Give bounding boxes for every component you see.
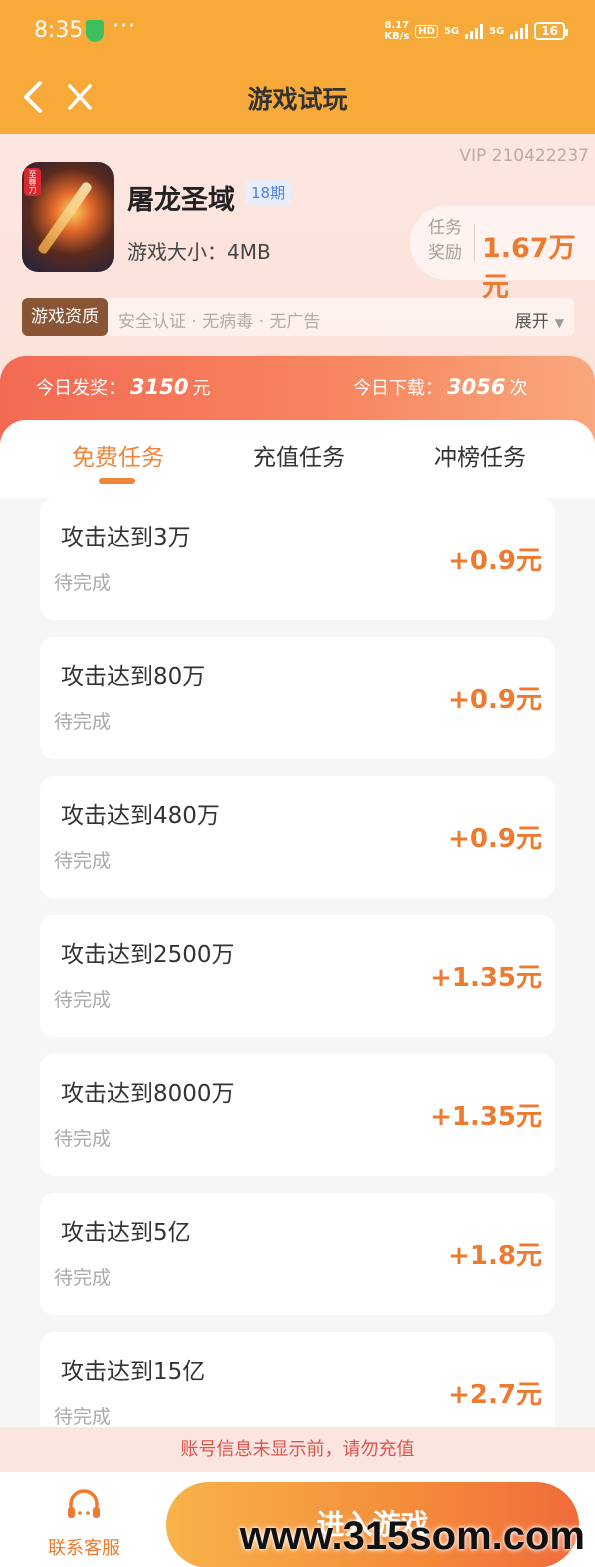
recharge-warning: 账号信息未显示前，请勿充值 [0,1427,595,1472]
task-title: 攻击达到15亿 [61,1359,206,1385]
tab-ranking-tasks[interactable]: 冲榜任务 [434,438,526,472]
task-status: 待完成 [54,1406,112,1428]
app-header: 8:35 ··· 8.17 KB/s HD 5G 5G 16 游戏试玩 [0,0,595,134]
task-title: 攻击达到3万 [61,525,191,551]
payout-unit: 元 [192,378,211,399]
task-reward: +0.9元 [448,685,542,715]
download-value: 3056 [447,375,506,399]
qualification-bar: 游戏资质 安全认证 · 无病毒 · 无广告 展开 ▼ [22,298,574,336]
battery-icon: 16 [534,22,568,40]
headset-icon[interactable] [66,1488,102,1520]
network-speed-value: 8.17 [384,20,410,31]
task-title: 攻击达到80万 [61,664,206,690]
qualification-tag: 游戏资质 [22,298,108,336]
payout-value: 3150 [130,375,189,399]
task-reward: +0.9元 [448,824,542,854]
signal-label-2: 5G [489,25,505,37]
signal-bars-icon [510,23,529,39]
more-notifications-icon: ··· [112,14,136,39]
task-reward: +1.35元 [430,1102,542,1132]
task-status: 待完成 [54,572,112,594]
task-card[interactable]: 攻击达到3万 待完成 +0.9元 [40,498,555,620]
task-reward: +1.8元 [448,1241,542,1271]
task-card[interactable]: 攻击达到8000万 待完成 +1.35元 [40,1054,555,1176]
task-card[interactable]: 攻击达到5亿 待完成 +1.8元 [40,1193,555,1315]
signal-bars-icon [465,23,484,39]
task-panel: 免费任务 充值任务 冲榜任务 攻击达到3万 待完成 +0.9元 攻击达到80万 … [0,420,595,1454]
download-unit: 次 [509,378,528,399]
network-speed-unit: KB/s [384,31,410,42]
task-status: 待完成 [54,711,112,733]
task-tabs: 免费任务 充值任务 冲榜任务 [0,420,595,498]
game-icon: 至尊刀 [22,162,114,272]
task-card[interactable]: 攻击达到2500万 待完成 +1.35元 [40,915,555,1037]
watermark: www.315som.com [239,1514,585,1558]
network-speed: 8.17 KB/s [384,20,409,42]
customer-service-button[interactable]: 联系客服 [48,1534,120,1560]
task-reward: +2.7元 [448,1380,542,1410]
task-reward-value: 1.67万元 [482,233,576,303]
game-icon-badge: 至尊刀 [24,168,41,196]
task-reward: +1.35元 [430,963,542,993]
tab-indicator [99,478,135,484]
payout-label: 今日发奖： [36,378,126,399]
task-title: 攻击达到5亿 [61,1220,191,1246]
status-right: 8.17 KB/s HD 5G 5G 16 [384,20,568,42]
page-title: 游戏试玩 [247,85,348,114]
task-title: 攻击达到2500万 [61,942,235,968]
sword-icon [36,180,94,256]
task-card[interactable]: 攻击达到480万 待完成 +0.9元 [40,776,555,898]
task-status: 待完成 [54,1128,112,1150]
shield-icon [86,20,104,42]
download-label: 今日下载： [353,378,443,399]
game-info: VIP 210422237 至尊刀 屠龙圣域 18期 游戏大小：4MB 任务奖励… [0,134,595,446]
today-downloads: 今日下载： 3056 次 [353,374,527,400]
task-reward-label: 任务奖励 [428,218,462,263]
signal-label-1: 5G [443,25,460,37]
period-badge: 18期 [245,180,292,205]
task-card[interactable]: 攻击达到80万 待完成 +0.9元 [40,637,555,759]
task-status: 待完成 [54,1267,112,1289]
task-reward: +0.9元 [448,546,542,576]
hd-icon: HD [415,24,438,38]
divider [474,224,475,262]
task-status: 待完成 [54,850,112,872]
today-payout: 今日发奖： 3150 元 [36,374,210,400]
task-title: 攻击达到480万 [61,803,220,829]
game-name: 屠龙圣域 [127,185,235,216]
status-bar: 8:35 ··· 8.17 KB/s HD 5G 5G 16 [0,0,595,62]
task-title: 攻击达到8000万 [61,1081,235,1107]
expand-button[interactable]: 展开 ▼ [515,307,564,332]
game-size: 游戏大小：4MB [127,240,271,264]
task-reward-pill: 任务奖励 1.67万元 [410,206,595,303]
status-time: 8:35 [34,18,84,43]
triangle-down-icon: ▼ [554,316,564,330]
qualification-text: 安全认证 · 无病毒 · 无广告 [118,312,321,332]
vip-id: VIP 210422237 [459,146,589,166]
tab-free-tasks[interactable]: 免费任务 [72,438,164,472]
task-status: 待完成 [54,989,112,1011]
tab-recharge-tasks[interactable]: 充值任务 [253,438,345,472]
expand-label: 展开 [514,312,549,332]
